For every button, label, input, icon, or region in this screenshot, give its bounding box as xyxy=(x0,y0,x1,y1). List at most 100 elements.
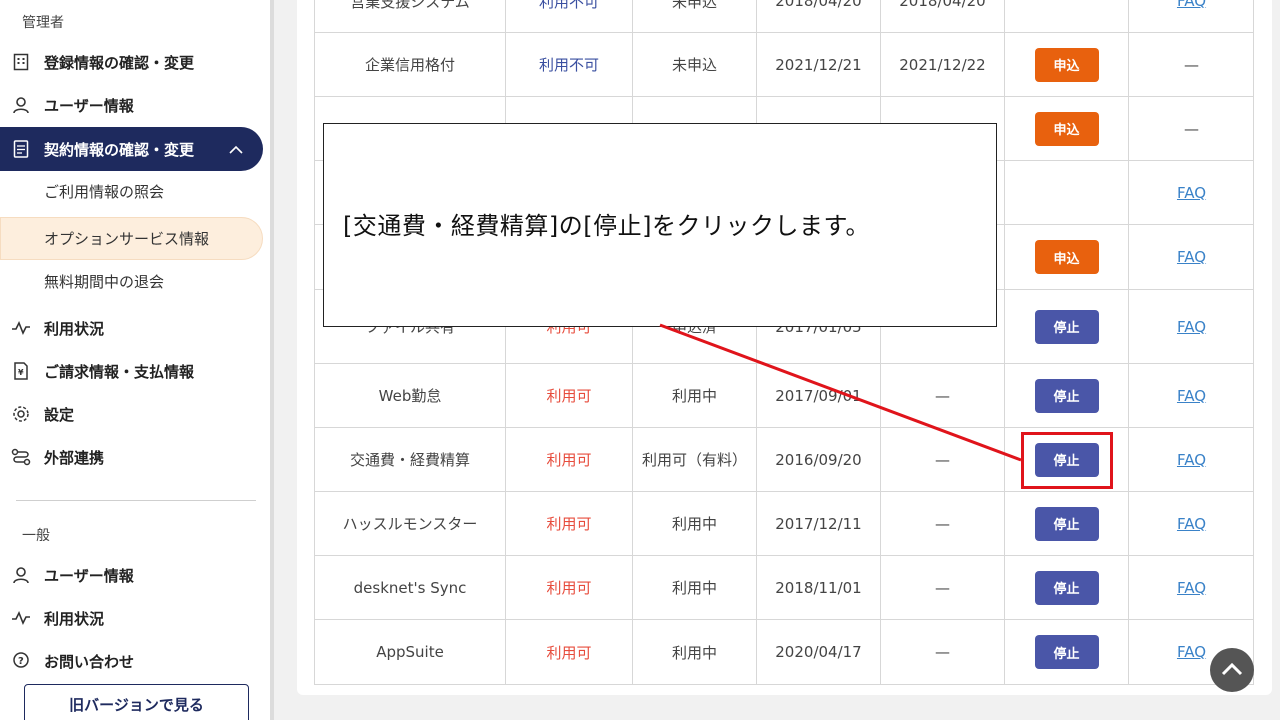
cell-start-date: 2018/11/01 xyxy=(757,556,881,619)
faq-link[interactable]: FAQ xyxy=(1177,318,1206,336)
start-date-text: 2017/12/11 xyxy=(775,514,862,533)
cell-status: 利用中 xyxy=(633,364,757,427)
apply-button[interactable]: 申込 xyxy=(1034,111,1099,146)
sidebar-border xyxy=(270,0,274,720)
service-name-text: 交通費・経費精算 xyxy=(349,451,470,469)
sidebar-item-usage-status[interactable]: 利用状況 xyxy=(10,311,260,345)
cell-action xyxy=(1005,0,1129,32)
availability-text: 利用可 xyxy=(546,387,592,405)
cell-availability: 利用可 xyxy=(506,556,633,619)
stop-button[interactable]: 停止 xyxy=(1034,378,1099,413)
service-name-text: 営業支援システム xyxy=(350,0,470,11)
end-date-text: 2018/04/20 xyxy=(899,0,986,10)
cell-start-date: 2020/04/17 xyxy=(757,620,881,684)
old-version-button[interactable]: 旧バージョンで見る xyxy=(24,684,249,720)
cell-action: 申込 xyxy=(1005,225,1129,289)
cell-action xyxy=(1005,161,1129,224)
cell-availability: 利用可 xyxy=(506,620,633,684)
sidebar-item-label: ご請求情報・支払情報 xyxy=(44,362,195,381)
cell-status: 未申込 xyxy=(633,33,757,96)
start-date-text: 2016/09/20 xyxy=(775,450,862,469)
cell-availability: 利用不可 xyxy=(506,0,633,32)
faq-link[interactable]: FAQ xyxy=(1177,579,1206,597)
sidebar-item-contract[interactable]: 契約情報の確認・変更 xyxy=(0,127,263,171)
cell-start-date: 2018/04/20 xyxy=(757,0,881,32)
stop-button[interactable]: 停止 xyxy=(1034,506,1099,541)
cell-service-name: AppSuite xyxy=(315,620,506,684)
cell-action: 停止 xyxy=(1005,364,1129,427)
cell-start-date: 2021/12/21 xyxy=(757,33,881,96)
cell-faq: FAQ xyxy=(1129,428,1254,491)
cell-availability: 利用可 xyxy=(506,428,633,491)
sidebar-subitem-usage-query[interactable]: ご利用情報の照会 xyxy=(44,181,164,202)
apply-button[interactable]: 申込 xyxy=(1034,47,1099,82)
table-row: 営業支援システム 利用不可 未申込 2018/04/20 2018/04/20 FAQ xyxy=(314,0,1254,33)
cell-service-name: desknet's Sync xyxy=(315,556,506,619)
faq-link[interactable]: FAQ xyxy=(1177,0,1206,10)
cell-action: 停止 xyxy=(1005,556,1129,619)
cell-faq: FAQ xyxy=(1129,161,1254,224)
availability-text: 利用可 xyxy=(546,451,592,469)
cell-status: 未申込 xyxy=(633,0,757,32)
start-date-text: 2017/09/01 xyxy=(775,386,862,405)
faq-link[interactable]: FAQ xyxy=(1177,451,1206,469)
cell-availability: 利用可 xyxy=(506,364,633,427)
cell-status: 利用中 xyxy=(633,556,757,619)
apply-button[interactable]: 申込 xyxy=(1034,240,1099,274)
start-date-text: 2020/04/17 xyxy=(775,643,862,661)
sidebar-item-contact[interactable]: ? お問い合わせ xyxy=(10,644,260,678)
stop-button[interactable]: 停止 xyxy=(1034,309,1099,344)
sidebar-item-settings[interactable]: 設定 xyxy=(10,397,260,431)
service-name-text: ハッスルモンスター xyxy=(342,515,478,533)
end-date-text: — xyxy=(935,514,950,533)
end-date-text: — xyxy=(935,386,950,405)
end-date-text: — xyxy=(935,578,950,597)
start-date-text: 2018/04/20 xyxy=(775,0,862,10)
sidebar-item-label: 利用状況 xyxy=(44,609,105,628)
cell-action: 停止 xyxy=(1005,290,1129,363)
cell-faq: FAQ xyxy=(1129,225,1254,289)
cell-start-date: 2017/12/11 xyxy=(757,492,881,555)
sidebar-item-general-usage-status[interactable]: 利用状況 xyxy=(10,601,260,635)
status-text: 利用中 xyxy=(671,643,717,662)
cell-action: 停止 xyxy=(1005,492,1129,555)
cell-action: 停止 xyxy=(1005,620,1129,684)
sidebar-subitem-free-cancel[interactable]: 無料期間中の退会 xyxy=(44,271,164,292)
cell-availability: 利用可 xyxy=(506,492,633,555)
cell-service-name: 交通費・経費精算 xyxy=(315,428,506,491)
cell-end-date: 2018/04/20 xyxy=(881,0,1005,32)
user-icon xyxy=(10,564,32,586)
sidebar-item-user-info[interactable]: ユーザー情報 xyxy=(10,88,260,122)
faq-link[interactable]: FAQ xyxy=(1177,643,1206,661)
sidebar-item-label: ユーザー情報 xyxy=(44,96,134,115)
faq-link[interactable]: FAQ xyxy=(1177,184,1206,202)
cell-end-date: — xyxy=(881,620,1005,684)
sidebar-subitem-option-service[interactable]: オプションサービス情報 xyxy=(44,228,209,249)
faq-link[interactable]: FAQ xyxy=(1177,248,1206,266)
sidebar-item-label: 登録情報の確認・変更 xyxy=(44,53,195,72)
building-icon xyxy=(10,51,32,73)
cell-service-name: 営業支援システム xyxy=(315,0,506,32)
cell-faq: — xyxy=(1129,97,1254,160)
stop-button[interactable]: 停止 xyxy=(1034,570,1099,605)
gear-icon xyxy=(10,403,32,425)
scroll-to-top-button[interactable] xyxy=(1210,648,1254,692)
instruction-callout: [交通費・経費精算]の[停止]をクリックします。 xyxy=(323,123,997,327)
end-date-text: — xyxy=(935,450,950,469)
faq-link[interactable]: FAQ xyxy=(1177,387,1206,405)
sidebar-item-label: 利用状況 xyxy=(44,319,105,338)
stop-button[interactable]: 停止 xyxy=(1034,635,1099,669)
cell-service-name: Web勤怠 xyxy=(315,364,506,427)
sidebar-item-general-user-info[interactable]: ユーザー情報 xyxy=(10,558,260,592)
status-text: 利用中 xyxy=(671,387,717,405)
cell-end-date: — xyxy=(881,364,1005,427)
sidebar-item-billing[interactable]: ¥ ご請求情報・支払情報 xyxy=(10,354,260,388)
end-date-text: — xyxy=(935,643,950,661)
chevron-up-icon xyxy=(229,140,243,158)
sidebar-item-external[interactable]: 外部連携 xyxy=(10,440,260,474)
sidebar-item-label: 設定 xyxy=(44,405,75,424)
sidebar-item-registration[interactable]: 登録情報の確認・変更 xyxy=(10,45,260,79)
faq-link[interactable]: FAQ xyxy=(1177,515,1206,533)
svg-text:¥: ¥ xyxy=(18,368,24,377)
cell-status: 利用中 xyxy=(633,620,757,684)
